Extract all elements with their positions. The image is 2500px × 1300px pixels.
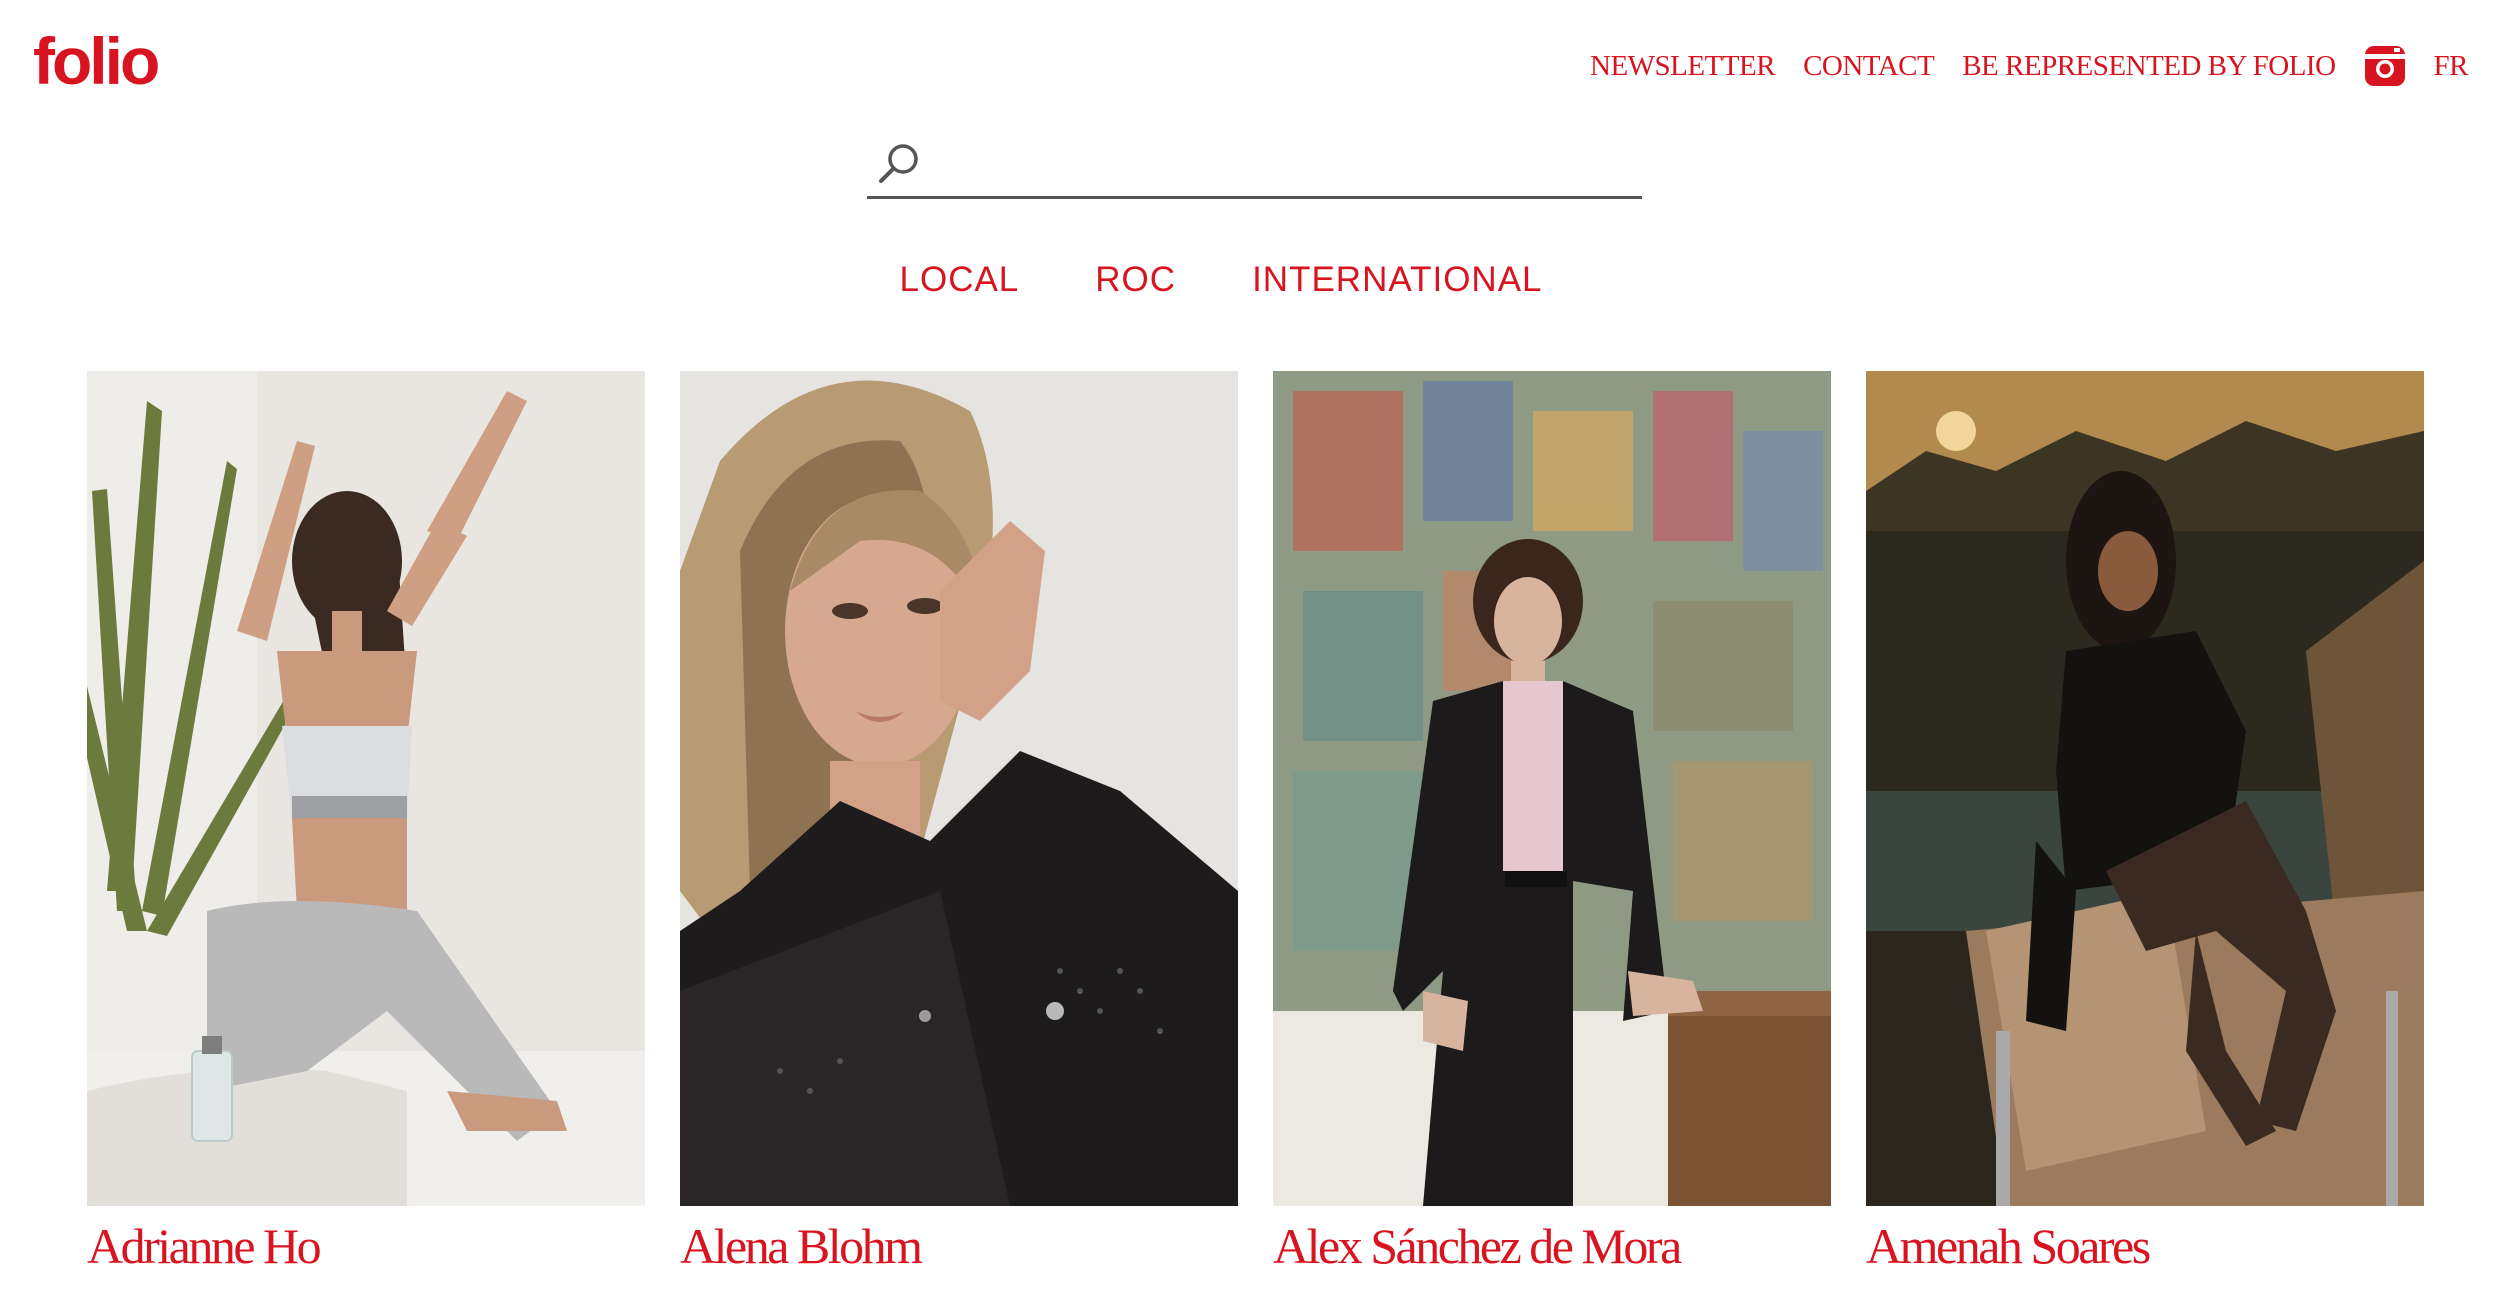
nav-newsletter-link[interactable]: NEWSLETTER [1590,51,1776,81]
model-photo[interactable] [87,371,645,1206]
instagram-icon[interactable] [2364,45,2406,87]
language-toggle-fr[interactable]: FR [2434,51,2469,81]
nav-contact-link[interactable]: CONTACT [1803,51,1935,81]
search-bar [867,135,1642,199]
category-filters: LOCAL ROC INTERNATIONAL [0,260,2500,300]
model-name[interactable]: Alena Blohm [680,1216,1238,1276]
folio-logo[interactable]: folio [33,28,160,94]
filter-roc[interactable]: ROC [1095,260,1176,300]
top-navigation: NEWSLETTER CONTACT BE REPRESENTED BY FOL… [1590,45,2469,87]
model-card[interactable]: Alex Sánchez de Mora [1273,371,1831,1276]
model-photo[interactable] [680,371,1238,1206]
model-photo[interactable] [1273,371,1831,1206]
search-input[interactable] [937,139,1627,189]
model-card[interactable]: Adrianne Ho [87,371,645,1276]
model-card[interactable]: Alena Blohm [680,371,1238,1276]
filter-international[interactable]: INTERNATIONAL [1252,260,1542,300]
model-name[interactable]: Adrianne Ho [87,1216,645,1276]
model-name[interactable]: Amenah Soares [1866,1216,2424,1276]
search-icon[interactable] [877,141,921,185]
nav-be-represented-link[interactable]: BE REPRESENTED BY FOLIO [1962,51,2336,81]
model-photo[interactable] [1866,371,2424,1206]
model-card[interactable]: Amenah Soares [1866,371,2424,1276]
model-name[interactable]: Alex Sánchez de Mora [1273,1216,1831,1276]
model-grid: Adrianne Ho Alena Blohm Alex Sánchez de … [87,371,2424,1276]
filter-local[interactable]: LOCAL [900,260,1020,300]
